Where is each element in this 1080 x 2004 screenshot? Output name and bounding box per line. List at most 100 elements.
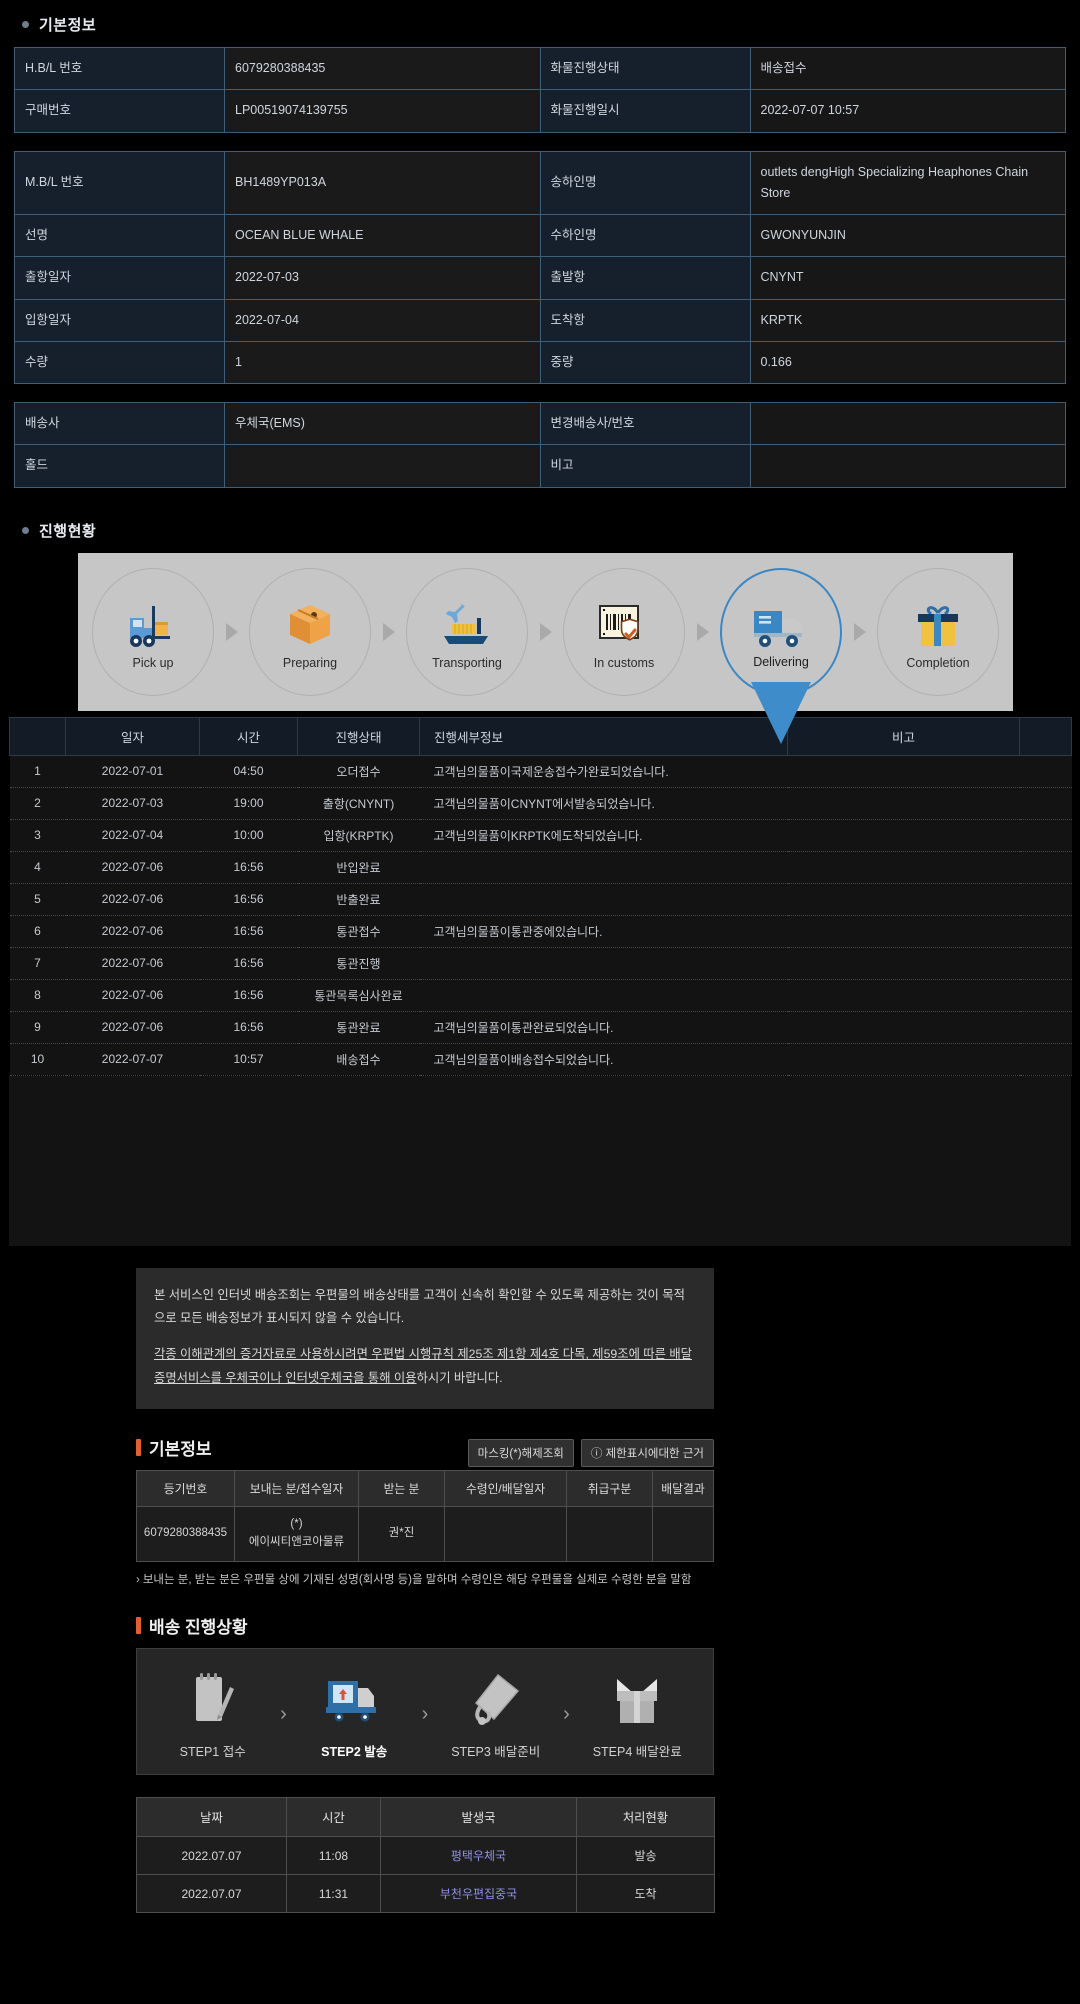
tracking-header-cell: 진행상태 bbox=[297, 716, 420, 756]
info-label-cell: 입항일자 bbox=[14, 298, 225, 342]
limit-basis-button[interactable]: ⓘ 제한표시에대한 근거 bbox=[580, 1439, 714, 1468]
table-row: 6079280388435 (*) 에이씨티앤코아물류 권*진 bbox=[136, 1506, 714, 1562]
bullet-icon bbox=[22, 21, 29, 28]
tracking-cell: 2022-07-04 bbox=[65, 819, 200, 852]
info-value-cell: 0.166 bbox=[749, 340, 1066, 385]
progress-heading: 진행현황 bbox=[0, 506, 1080, 553]
po-step-4[interactable]: STEP4 배달완료 bbox=[581, 1667, 693, 1760]
bullet-icon bbox=[22, 526, 29, 534]
notice-box: 본 서비스인 인터넷 배송조회는 우편물의 배송상태를 고객이 신속히 확인할 … bbox=[136, 1267, 714, 1410]
po-step-3[interactable]: STEP3 배달준비 bbox=[440, 1667, 552, 1760]
post-office-panel: 본 서비스인 인터넷 배송조회는 우편물의 배송상태를 고객이 신속히 확인할 … bbox=[0, 1245, 1080, 1913]
po-receiver: 권*진 bbox=[358, 1506, 445, 1562]
po-step-2[interactable]: STEP2 발송 bbox=[298, 1667, 410, 1760]
progress-step-completion[interactable]: Completion bbox=[877, 567, 999, 696]
tracking-cell: 출항(CNYNT) bbox=[297, 787, 420, 820]
po-step-label: STEP3 배달준비 bbox=[451, 1745, 541, 1759]
history-time: 11:31 bbox=[286, 1874, 381, 1913]
mail-bag-icon bbox=[468, 1667, 524, 1729]
delivery-truck-icon bbox=[324, 1667, 384, 1729]
po-step-label: STEP4 배달완료 bbox=[592, 1745, 682, 1759]
tracking-cell: 16:56 bbox=[199, 979, 298, 1012]
tracking-cell bbox=[1019, 883, 1072, 916]
table-row: 7 2022-07-06 16:56 통관진행 bbox=[9, 947, 1072, 980]
tracking-cell: 10 bbox=[9, 1043, 66, 1076]
po-result bbox=[652, 1506, 714, 1562]
gift-icon bbox=[913, 594, 963, 650]
tracking-cell bbox=[787, 947, 1020, 980]
tracking-cell: 16:56 bbox=[199, 851, 298, 884]
info-label-cell: 비고 bbox=[539, 444, 751, 488]
info-value-cell: 2022-07-04 bbox=[224, 298, 541, 342]
info-row: 구매번호 LP00519074139755 화물진행일시 2022-07-07 10:… bbox=[14, 89, 1066, 133]
tracking-cell: 16:56 bbox=[199, 915, 298, 948]
progress-step-in-customs[interactable]: In customs bbox=[563, 567, 685, 696]
info-row: H.B/L 번호 6079280388435 화물진행상태 배송접수 bbox=[14, 46, 1066, 91]
tracking-cell bbox=[787, 1043, 1020, 1076]
info-table-1: H.B/L 번호 6079280388435 화물진행상태 배송접수 구매번호 LP005… bbox=[14, 46, 1066, 133]
info-label-cell: 화물진행일시 bbox=[539, 89, 751, 133]
orange-bar-icon bbox=[136, 1439, 141, 1457]
po-header-cell: 수령인/배달일자 bbox=[444, 1470, 567, 1508]
table-row: 4 2022-07-06 16:56 반입완료 bbox=[9, 851, 1072, 884]
tracking-cell: 고객님의물품이KRPTK에도착되었습니다. bbox=[419, 819, 788, 852]
po-step-label: STEP1 접수 bbox=[179, 1745, 246, 1759]
info-value-cell: OCEAN BLUE WHALE bbox=[224, 213, 541, 258]
tracking-cell bbox=[1019, 947, 1072, 980]
tracking-cell: 반출완료 bbox=[297, 883, 420, 916]
ship-plane-icon bbox=[438, 594, 496, 650]
progress-step-transporting[interactable]: Transporting bbox=[406, 567, 528, 696]
table-row: 10 2022-07-07 10:57 배송접수 고객님의물품이배송접수되었습니다. bbox=[9, 1043, 1072, 1076]
tracking-cell: 2022-07-06 bbox=[65, 915, 200, 948]
history-office[interactable]: 부천우편집중국 bbox=[380, 1874, 577, 1913]
tracking-cell: 2022-07-06 bbox=[65, 851, 200, 884]
tracking-cell: 1 bbox=[9, 755, 66, 788]
info-value-cell: 1 bbox=[224, 340, 541, 385]
info-label-cell: 구매번호 bbox=[14, 89, 225, 133]
progress-step-list: Pick up Preparing Transporting In customs De… bbox=[78, 553, 1013, 711]
tracking-cell bbox=[1019, 979, 1072, 1012]
info-value-cell: 2022-07-03 bbox=[224, 256, 541, 300]
po-step-1[interactable]: STEP1 접수 bbox=[157, 1667, 269, 1760]
info-label-cell: H.B/L 번호 bbox=[14, 46, 225, 91]
tracking-cell: 고객님의물품이배송접수되었습니다. bbox=[419, 1043, 788, 1076]
tracking-cell bbox=[419, 851, 788, 884]
info-table-3: 배송사 우체국(EMS) 변경배송사/번호 홀드 비고 bbox=[14, 401, 1066, 488]
tracking-cell bbox=[1019, 915, 1072, 948]
progress-step-pick-up[interactable]: Pick up bbox=[92, 567, 214, 696]
barcode-shield-icon bbox=[596, 594, 652, 650]
tracking-cell: 통관목록심사완료 bbox=[297, 979, 420, 1012]
tracking-cell bbox=[787, 755, 1020, 788]
unmask-button[interactable]: 마스킹(*)해제조회 bbox=[467, 1439, 574, 1468]
tracking-header-cell: 진행세부정보 bbox=[419, 716, 788, 756]
tracking-cell: 2022-07-03 bbox=[65, 787, 200, 820]
tracking-cell: 통관진행 bbox=[297, 947, 420, 980]
progress-arrow-icon bbox=[214, 622, 249, 641]
po-reg-no: 6079280388435 bbox=[136, 1506, 235, 1562]
info-value-cell bbox=[224, 444, 541, 488]
history-office[interactable]: 평택우체국 bbox=[380, 1836, 577, 1875]
po-sender: (*) 에이씨티앤코아물류 bbox=[234, 1506, 359, 1562]
tracking-table-filler bbox=[9, 1075, 1071, 1246]
info-value-cell: outlets dengHigh Specializing Heaphones … bbox=[749, 150, 1066, 215]
tracking-cell bbox=[419, 979, 788, 1012]
info-label-cell: 중량 bbox=[539, 340, 751, 385]
progress-step-label: Pick up bbox=[132, 655, 174, 670]
history-header-cell: 처리현황 bbox=[576, 1797, 715, 1837]
tracking-cell bbox=[787, 883, 1020, 916]
tracking-cell bbox=[1019, 851, 1072, 884]
notice-tail: 하시기 바랍니다. bbox=[416, 1371, 503, 1386]
info-circle-icon: ⓘ bbox=[590, 1448, 603, 1461]
notepad-pen-icon bbox=[190, 1667, 236, 1729]
history-header-cell: 날짜 bbox=[136, 1797, 287, 1837]
tracking-cell: 배송접수 bbox=[297, 1043, 420, 1076]
info-value-cell bbox=[749, 401, 1066, 446]
tracking-cell: 2022-07-06 bbox=[65, 979, 200, 1012]
info-value-cell bbox=[749, 444, 1066, 488]
progress-step-preparing[interactable]: Preparing bbox=[249, 567, 371, 696]
progress-arrow-icon bbox=[528, 622, 563, 641]
progress-step-delivering[interactable]: Delivering bbox=[720, 567, 842, 696]
basic-info-heading: 기본정보 bbox=[0, 0, 1080, 47]
info-row: 홀드 비고 bbox=[14, 444, 1066, 488]
tracking-cell: 10:57 bbox=[199, 1043, 298, 1076]
